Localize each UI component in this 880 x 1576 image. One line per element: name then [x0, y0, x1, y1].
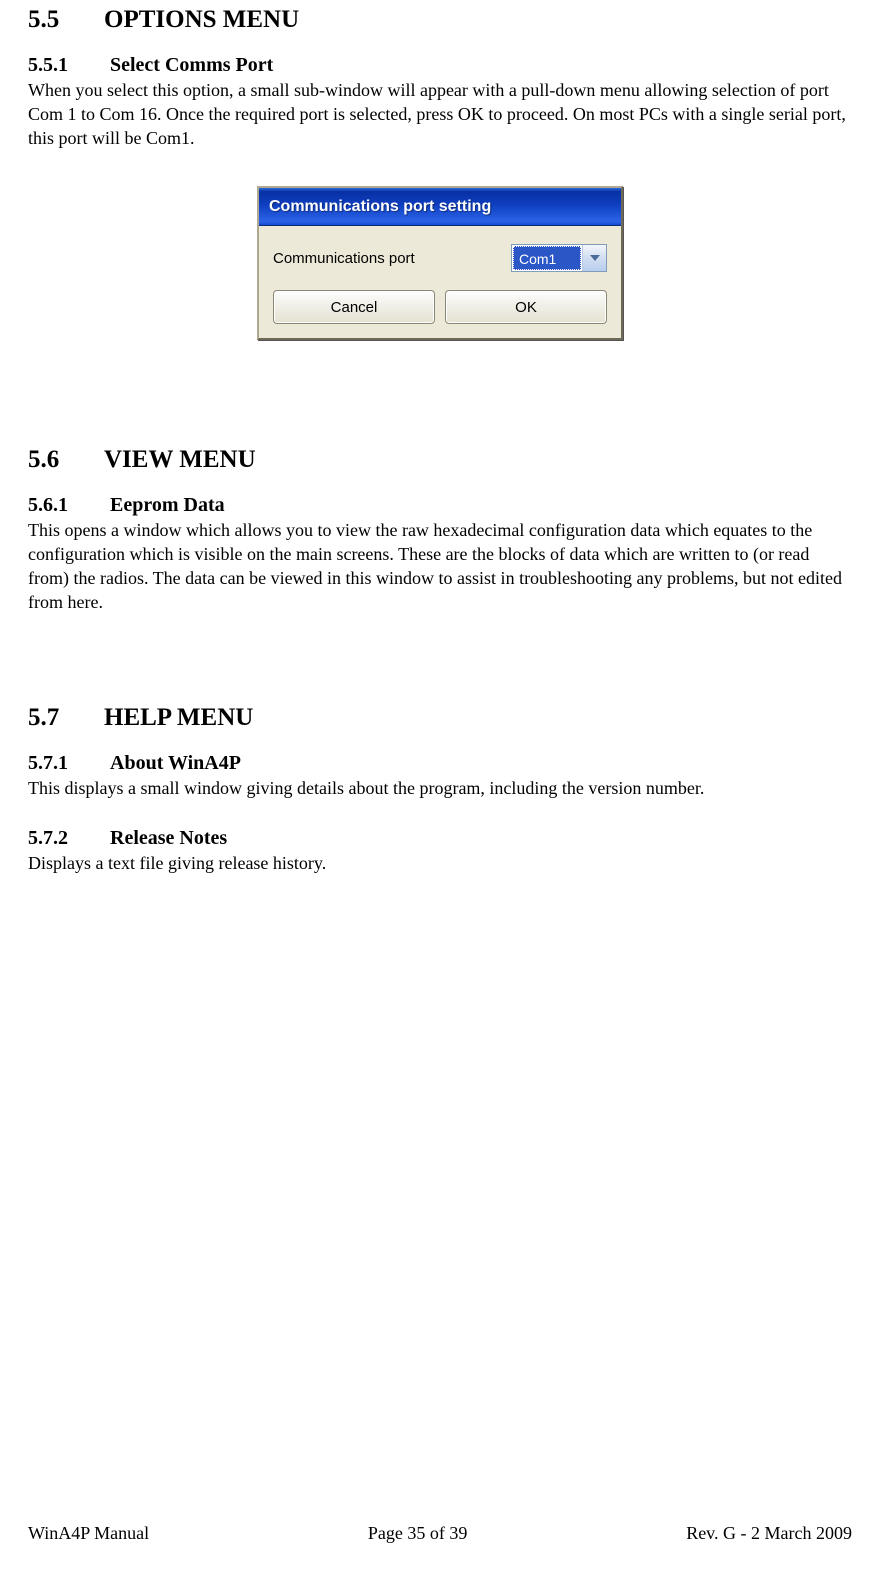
cancel-button[interactable]: Cancel	[273, 290, 435, 324]
comms-port-dialog: Communications port setting Communicatio…	[257, 186, 623, 340]
section-number: 5.7	[28, 704, 104, 732]
footer-left: WinA4P Manual	[28, 1523, 149, 1544]
dialog-button-row: Cancel OK	[273, 290, 607, 324]
section-title: HELP MENU	[104, 704, 253, 731]
section-5-6-1-heading: 5.6.1Eeprom Data	[28, 494, 852, 517]
subsection-number: 5.5.1	[28, 54, 110, 77]
section-title: VIEW MENU	[104, 446, 256, 473]
subsection-title: Select Comms Port	[110, 54, 273, 76]
footer-right: Rev. G - 2 March 2009	[686, 1523, 852, 1544]
footer-center: Page 35 of 39	[368, 1523, 467, 1544]
section-5-6-1-body: This opens a window which allows you to …	[28, 519, 852, 614]
section-title: OPTIONS MENU	[104, 6, 299, 33]
section-number: 5.5	[28, 6, 104, 34]
dialog-body: Communications port Com1 Cancel OK	[259, 226, 621, 338]
subsection-number: 5.6.1	[28, 494, 110, 517]
subsection-title: Eeprom Data	[110, 494, 225, 516]
subsection-title: Release Notes	[110, 827, 227, 849]
comms-port-label: Communications port	[273, 250, 415, 267]
dialog-titlebar[interactable]: Communications port setting	[259, 188, 621, 226]
section-5-7-1-heading: 5.7.1About WinA4P	[28, 752, 852, 775]
section-5-5-heading: 5.5OPTIONS MENU	[28, 6, 852, 34]
dialog-figure: Communications port setting Communicatio…	[28, 186, 852, 340]
section-5-5-1-body: When you select this option, a small sub…	[28, 79, 852, 150]
combo-selected-value: Com1	[513, 246, 581, 270]
ok-button[interactable]: OK	[445, 290, 607, 324]
ok-button-label: OK	[515, 299, 537, 316]
page-footer: WinA4P Manual Page 35 of 39 Rev. G - 2 M…	[28, 1523, 852, 1544]
section-5-7-1-body: This displays a small window giving deta…	[28, 777, 852, 801]
subsection-number: 5.7.1	[28, 752, 110, 775]
section-5-7-2-heading: 5.7.2Release Notes	[28, 827, 852, 850]
dialog-title: Communications port setting	[269, 198, 491, 216]
section-5-7-2-body: Displays a text file giving release hist…	[28, 852, 852, 876]
section-5-7-heading: 5.7HELP MENU	[28, 704, 852, 732]
chevron-down-icon[interactable]	[582, 245, 606, 271]
comms-port-combo[interactable]: Com1	[511, 244, 607, 272]
subsection-number: 5.7.2	[28, 827, 110, 850]
section-5-6-heading: 5.6VIEW MENU	[28, 446, 852, 474]
subsection-title: About WinA4P	[110, 752, 241, 774]
dialog-row: Communications port Com1	[273, 244, 607, 272]
section-5-5-1-heading: 5.5.1Select Comms Port	[28, 54, 852, 77]
section-number: 5.6	[28, 446, 104, 474]
cancel-button-label: Cancel	[331, 299, 378, 316]
